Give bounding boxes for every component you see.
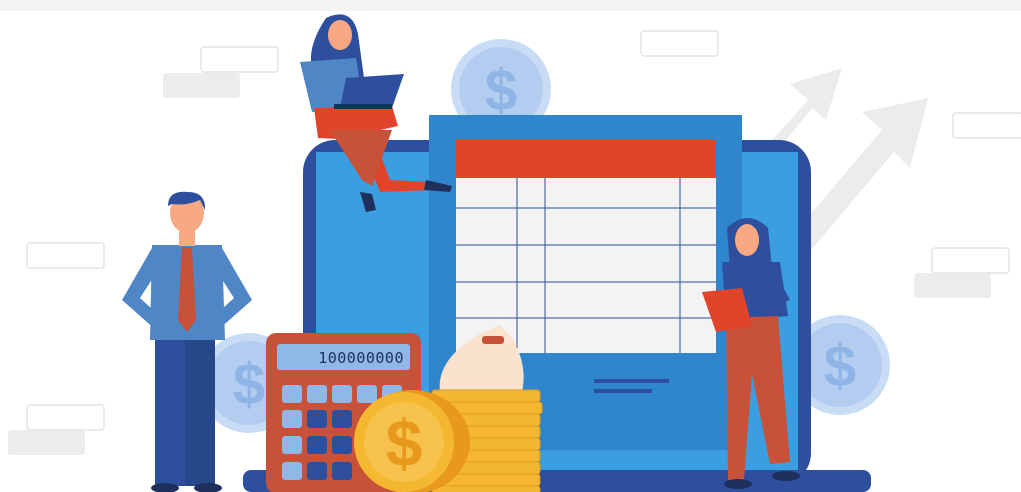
svg-text:$: $: [485, 58, 517, 123]
gold-coin-icon: $: [354, 390, 470, 492]
finance-illustration: $ $ $ 100000000 $: [8, 14, 1021, 492]
spreadsheet-header: [456, 140, 716, 178]
svg-text:$: $: [386, 406, 423, 480]
calculator-display-value: 100000000: [318, 349, 404, 367]
spreadsheet-grid: [456, 178, 716, 353]
svg-text:$: $: [233, 352, 265, 417]
svg-text:$: $: [824, 334, 856, 399]
laptop-icon: [340, 74, 404, 108]
